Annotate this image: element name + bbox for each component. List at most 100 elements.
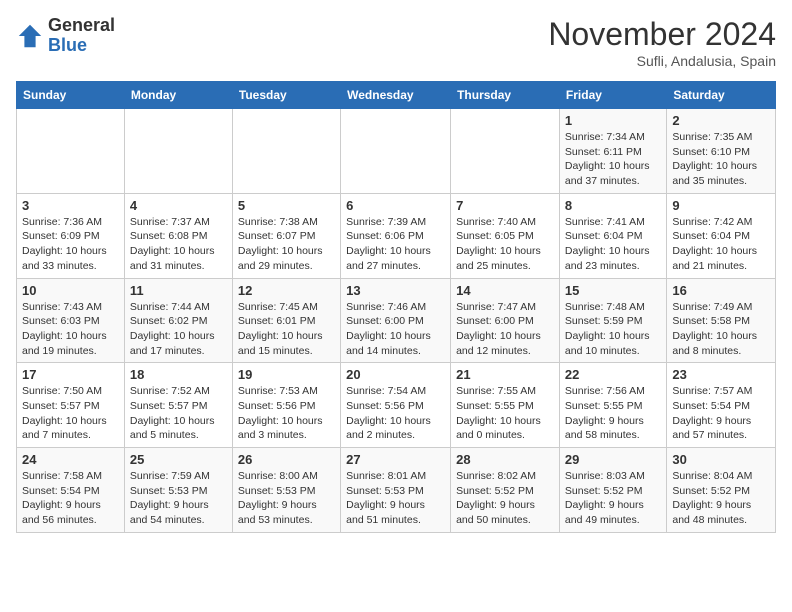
calendar-cell xyxy=(17,109,125,194)
day-number: 2 xyxy=(672,113,770,128)
calendar-cell: 1 Sunrise: 7:34 AM Sunset: 6:11 PM Daylig… xyxy=(559,109,666,194)
day-number: 18 xyxy=(130,367,227,382)
day-info: Sunrise: 8:03 AM Sunset: 5:52 PM Dayligh… xyxy=(565,469,661,528)
day-number: 13 xyxy=(346,283,445,298)
calendar-cell: 18 Sunrise: 7:52 AM Sunset: 5:57 PM Dayli… xyxy=(124,363,232,448)
day-number: 9 xyxy=(672,198,770,213)
day-info: Sunrise: 7:36 AM Sunset: 6:09 PM Dayligh… xyxy=(22,215,119,274)
calendar-cell: 25 Sunrise: 7:59 AM Sunset: 5:53 PM Dayli… xyxy=(124,448,232,533)
day-info: Sunrise: 7:37 AM Sunset: 6:08 PM Dayligh… xyxy=(130,215,227,274)
calendar-cell: 17Sunrise: 7:50 AM Sunset: 5:57 PM Dayli… xyxy=(17,363,125,448)
day-info: Sunrise: 7:38 AM Sunset: 6:07 PM Dayligh… xyxy=(238,215,335,274)
calendar-cell: 14 Sunrise: 7:47 AM Sunset: 6:00 PM Dayli… xyxy=(451,278,560,363)
day-number: 5 xyxy=(238,198,335,213)
calendar-cell xyxy=(451,109,560,194)
calendar-cell: 10 Sunrise: 7:43 AM Sunset: 6:03 PM Dayli… xyxy=(17,278,125,363)
day-number: 28 xyxy=(456,452,554,467)
day-number: 29 xyxy=(565,452,661,467)
day-info: Sunrise: 7:49 AM Sunset: 5:58 PM Dayligh… xyxy=(672,300,770,359)
calendar-cell: 16 Sunrise: 7:49 AM Sunset: 5:58 PM Dayli… xyxy=(667,278,776,363)
day-info: Sunrise: 7:52 AM Sunset: 5:57 PM Dayligh… xyxy=(130,384,227,443)
calendar-cell xyxy=(124,109,232,194)
day-number: 20 xyxy=(346,367,445,382)
day-info: Sunrise: 7:45 AM Sunset: 6:01 PM Dayligh… xyxy=(238,300,335,359)
day-number: 16 xyxy=(672,283,770,298)
calendar-cell: 15Sunrise: 7:48 AM Sunset: 5:59 PM Dayli… xyxy=(559,278,666,363)
calendar-cell xyxy=(232,109,340,194)
calendar-cell: 2 Sunrise: 7:35 AM Sunset: 6:10 PM Daylig… xyxy=(667,109,776,194)
calendar-cell: 19 Sunrise: 7:53 AM Sunset: 5:56 PM Dayli… xyxy=(232,363,340,448)
day-number: 11 xyxy=(130,283,227,298)
day-info: Sunrise: 7:55 AM Sunset: 5:55 PM Dayligh… xyxy=(456,384,554,443)
weekday-header-monday: Monday xyxy=(124,82,232,109)
calendar-cell: 29 Sunrise: 8:03 AM Sunset: 5:52 PM Dayli… xyxy=(559,448,666,533)
day-info: Sunrise: 7:39 AM Sunset: 6:06 PM Dayligh… xyxy=(346,215,445,274)
day-number: 6 xyxy=(346,198,445,213)
day-info: Sunrise: 7:43 AM Sunset: 6:03 PM Dayligh… xyxy=(22,300,119,359)
weekday-header-friday: Friday xyxy=(559,82,666,109)
calendar-cell: 6 Sunrise: 7:39 AM Sunset: 6:06 PM Daylig… xyxy=(341,193,451,278)
calendar-cell: 21 Sunrise: 7:55 AM Sunset: 5:55 PM Dayli… xyxy=(451,363,560,448)
day-number: 7 xyxy=(456,198,554,213)
location: Sufli, Andalusia, Spain xyxy=(548,53,776,69)
calendar-cell: 24 Sunrise: 7:58 AM Sunset: 5:54 PM Dayli… xyxy=(17,448,125,533)
day-info: Sunrise: 7:47 AM Sunset: 6:00 PM Dayligh… xyxy=(456,300,554,359)
weekday-header-sunday: Sunday xyxy=(17,82,125,109)
month-title: November 2024 xyxy=(548,16,776,53)
day-number: 26 xyxy=(238,452,335,467)
title-block: November 2024 Sufli, Andalusia, Spain xyxy=(548,16,776,69)
day-number: 10 xyxy=(22,283,119,298)
day-number: 22 xyxy=(565,367,661,382)
logo-icon xyxy=(16,22,44,50)
calendar-cell: 28 Sunrise: 8:02 AM Sunset: 5:52 PM Dayli… xyxy=(451,448,560,533)
calendar-cell: 5 Sunrise: 7:38 AM Sunset: 6:07 PM Daylig… xyxy=(232,193,340,278)
day-number: 17 xyxy=(22,367,119,382)
calendar-cell: 22 Sunrise: 7:56 AM Sunset: 5:55 PM Dayli… xyxy=(559,363,666,448)
calendar-cell: 23Sunrise: 7:57 AM Sunset: 5:54 PM Dayli… xyxy=(667,363,776,448)
calendar-cell: 8 Sunrise: 7:41 AM Sunset: 6:04 PM Daylig… xyxy=(559,193,666,278)
calendar-cell: 26Sunrise: 8:00 AM Sunset: 5:53 PM Dayli… xyxy=(232,448,340,533)
day-info: Sunrise: 7:58 AM Sunset: 5:54 PM Dayligh… xyxy=(22,469,119,528)
calendar-cell: 4 Sunrise: 7:37 AM Sunset: 6:08 PM Daylig… xyxy=(124,193,232,278)
day-info: Sunrise: 7:59 AM Sunset: 5:53 PM Dayligh… xyxy=(130,469,227,528)
day-info: Sunrise: 7:34 AM Sunset: 6:11 PM Dayligh… xyxy=(565,130,661,189)
day-number: 25 xyxy=(130,452,227,467)
day-info: Sunrise: 7:40 AM Sunset: 6:05 PM Dayligh… xyxy=(456,215,554,274)
day-info: Sunrise: 7:46 AM Sunset: 6:00 PM Dayligh… xyxy=(346,300,445,359)
day-number: 1 xyxy=(565,113,661,128)
day-info: Sunrise: 7:42 AM Sunset: 6:04 PM Dayligh… xyxy=(672,215,770,274)
page-header: GeneralBlue November 2024 Sufli, Andalus… xyxy=(16,16,776,69)
day-number: 4 xyxy=(130,198,227,213)
day-info: Sunrise: 7:53 AM Sunset: 5:56 PM Dayligh… xyxy=(238,384,335,443)
day-info: Sunrise: 8:02 AM Sunset: 5:52 PM Dayligh… xyxy=(456,469,554,528)
day-number: 14 xyxy=(456,283,554,298)
day-number: 8 xyxy=(565,198,661,213)
day-info: Sunrise: 8:04 AM Sunset: 5:52 PM Dayligh… xyxy=(672,469,770,528)
logo-text: GeneralBlue xyxy=(48,16,115,56)
day-number: 19 xyxy=(238,367,335,382)
calendar-cell: 7 Sunrise: 7:40 AM Sunset: 6:05 PM Daylig… xyxy=(451,193,560,278)
calendar-cell: 9 Sunrise: 7:42 AM Sunset: 6:04 PM Daylig… xyxy=(667,193,776,278)
day-info: Sunrise: 7:41 AM Sunset: 6:04 PM Dayligh… xyxy=(565,215,661,274)
calendar-cell: 27 Sunrise: 8:01 AM Sunset: 5:53 PM Dayli… xyxy=(341,448,451,533)
day-info: Sunrise: 8:01 AM Sunset: 5:53 PM Dayligh… xyxy=(346,469,445,528)
day-number: 30 xyxy=(672,452,770,467)
day-info: Sunrise: 7:56 AM Sunset: 5:55 PM Dayligh… xyxy=(565,384,661,443)
calendar-cell: 12 Sunrise: 7:45 AM Sunset: 6:01 PM Dayli… xyxy=(232,278,340,363)
day-number: 23 xyxy=(672,367,770,382)
day-number: 12 xyxy=(238,283,335,298)
calendar-table: SundayMondayTuesdayWednesdayThursdayFrid… xyxy=(16,81,776,533)
weekday-header-tuesday: Tuesday xyxy=(232,82,340,109)
weekday-header-thursday: Thursday xyxy=(451,82,560,109)
day-number: 3 xyxy=(22,198,119,213)
day-number: 27 xyxy=(346,452,445,467)
calendar-cell: 13 Sunrise: 7:46 AM Sunset: 6:00 PM Dayli… xyxy=(341,278,451,363)
day-number: 24 xyxy=(22,452,119,467)
day-info: Sunrise: 7:44 AM Sunset: 6:02 PM Dayligh… xyxy=(130,300,227,359)
weekday-header-saturday: Saturday xyxy=(667,82,776,109)
day-info: Sunrise: 7:35 AM Sunset: 6:10 PM Dayligh… xyxy=(672,130,770,189)
weekday-header-wednesday: Wednesday xyxy=(341,82,451,109)
logo: GeneralBlue xyxy=(16,16,115,56)
calendar-cell: 30 Sunrise: 8:04 AM Sunset: 5:52 PM Dayli… xyxy=(667,448,776,533)
day-number: 21 xyxy=(456,367,554,382)
